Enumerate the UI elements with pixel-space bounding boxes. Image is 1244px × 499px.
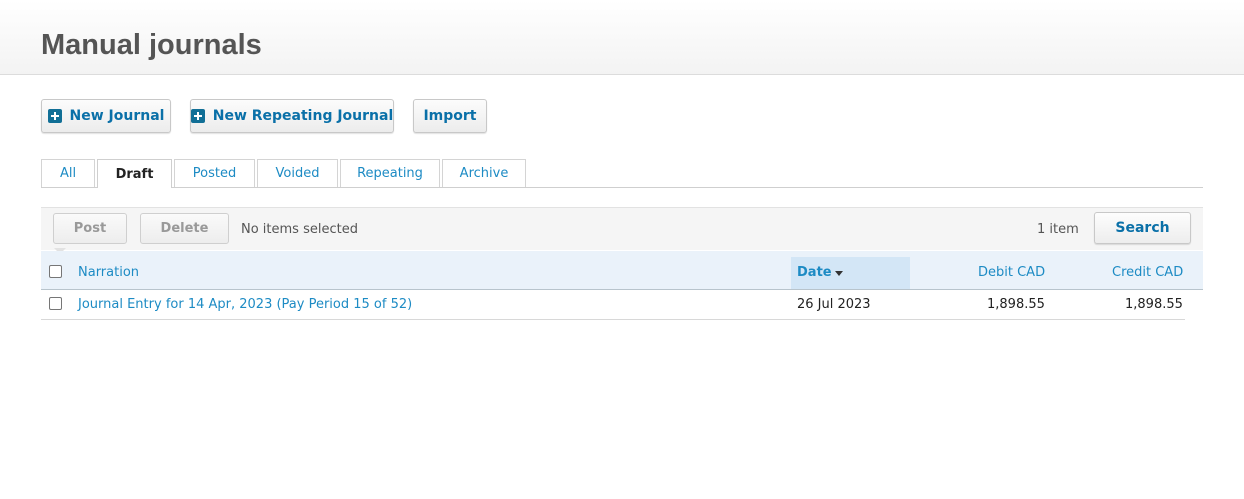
page-title: Manual journals bbox=[41, 29, 262, 61]
row-checkbox[interactable] bbox=[49, 297, 62, 310]
selection-status: No items selected bbox=[241, 222, 358, 237]
new-repeating-journal-button[interactable]: New Repeating Journal bbox=[190, 99, 394, 133]
credit-column-header[interactable]: Credit CAD bbox=[1112, 265, 1183, 280]
tab-archive[interactable]: Archive bbox=[442, 159, 526, 187]
sort-descending-icon bbox=[835, 271, 843, 276]
import-button[interactable]: Import bbox=[413, 99, 487, 133]
table-row: Journal Entry for 14 Apr, 2023 (Pay Peri… bbox=[41, 289, 1185, 320]
search-button[interactable]: Search bbox=[1094, 212, 1191, 244]
plus-icon bbox=[190, 109, 205, 123]
tab-voided[interactable]: Voided bbox=[257, 159, 338, 187]
plus-icon bbox=[47, 109, 62, 123]
select-all-checkbox[interactable] bbox=[49, 265, 62, 278]
narration-column-header[interactable]: Narration bbox=[78, 265, 139, 280]
post-button[interactable]: Post bbox=[53, 213, 127, 244]
new-journal-button[interactable]: New Journal bbox=[41, 99, 171, 133]
tab-posted[interactable]: Posted bbox=[174, 159, 255, 187]
journal-debit: 1,898.55 bbox=[987, 297, 1045, 312]
tabs-divider bbox=[41, 187, 1203, 188]
date-column-header[interactable]: Date bbox=[791, 257, 910, 289]
list-toolbar: Post Delete No items selected 1 item Sea… bbox=[41, 207, 1203, 250]
journal-date: 26 Jul 2023 bbox=[797, 297, 871, 312]
new-repeating-journal-label: New Repeating Journal bbox=[212, 108, 394, 124]
new-journal-label: New Journal bbox=[69, 108, 165, 124]
journal-credit: 1,898.55 bbox=[1125, 297, 1183, 312]
page-header: Manual journals bbox=[0, 0, 1244, 75]
debit-column-header[interactable]: Debit CAD bbox=[978, 265, 1045, 280]
tab-all[interactable]: All bbox=[41, 159, 95, 187]
date-column-label: Date bbox=[797, 265, 832, 280]
tab-repeating[interactable]: Repeating bbox=[340, 159, 440, 187]
journal-narration-link[interactable]: Journal Entry for 14 Apr, 2023 (Pay Peri… bbox=[78, 297, 412, 312]
item-count: 1 item bbox=[1037, 222, 1079, 237]
table-header: Narration Date Debit CAD Credit CAD bbox=[41, 251, 1203, 290]
import-label: Import bbox=[423, 108, 477, 124]
tab-draft[interactable]: Draft bbox=[97, 159, 172, 188]
delete-button[interactable]: Delete bbox=[140, 213, 229, 244]
